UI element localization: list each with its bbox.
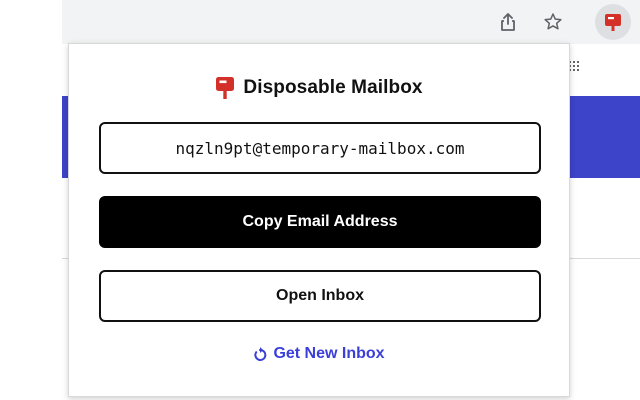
open-inbox-button[interactable]: Open Inbox [99, 270, 541, 322]
popup-title: Disposable Mailbox [243, 77, 423, 98]
share-button[interactable] [492, 6, 524, 38]
star-icon [544, 13, 562, 30]
get-new-inbox-link[interactable]: Get New Inbox [69, 342, 569, 366]
underlying-grid-icon [569, 61, 579, 71]
get-new-inbox-label: Get New Inbox [273, 345, 385, 362]
popup-header: Disposable Mailbox [69, 74, 569, 102]
email-address-field[interactable]: nqzln9pt@temporary-mailbox.com [99, 122, 541, 174]
share-icon [501, 13, 515, 31]
extension-popup: Disposable Mailbox nqzln9pt@temporary-ma… [68, 43, 570, 397]
bookmark-star-button[interactable] [537, 6, 569, 38]
refresh-icon [254, 347, 267, 361]
mailbox-logo-icon [216, 77, 235, 99]
browser-toolbar [62, 0, 640, 44]
copy-email-button[interactable]: Copy Email Address [99, 196, 541, 248]
extension-button[interactable] [595, 4, 631, 40]
disposable-mailbox-extension-icon [605, 14, 621, 31]
